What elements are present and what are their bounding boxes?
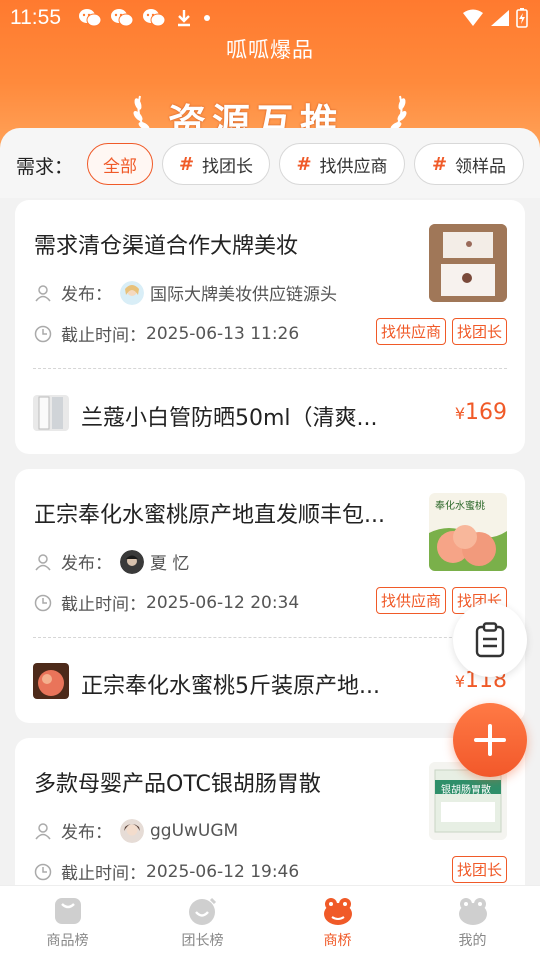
nav-label: 我的: [458, 933, 487, 949]
product-name[interactable]: 正宗奉化水蜜桃5斤装原产地...: [81, 668, 401, 700]
nav-label: 商品榜: [46, 933, 89, 949]
avatar[interactable]: [120, 280, 144, 305]
clipboard-icon: [475, 622, 505, 658]
thumb-caption: 奉化水蜜桃: [435, 501, 485, 512]
avatar[interactable]: [120, 549, 144, 574]
deadline-value: 2025-06-13 11:26: [146, 323, 300, 344]
wechat-icon: [143, 9, 166, 27]
deadline-value: 2025-06-12 20:34: [146, 592, 300, 613]
deadline-label: 截止时间：: [61, 595, 146, 615]
user-icon: [35, 822, 51, 839]
tag-list: 找供应商 找团长: [375, 318, 507, 345]
wechat-icon: [79, 9, 102, 27]
clock-icon: [34, 325, 52, 342]
nav-label: 团长榜: [181, 933, 224, 949]
hash-icon: #: [178, 153, 195, 175]
deadline-label: 截止时间：: [61, 864, 146, 884]
product-name[interactable]: 兰蔻小白管防晒50ml（清爽...: [81, 400, 401, 432]
product-thumbnail[interactable]: [33, 663, 69, 699]
card-title: 正宗奉化水蜜桃原产地直发顺丰包...: [34, 503, 385, 528]
publisher-row: 发布： 夏 忆: [34, 549, 189, 574]
publisher-row: 发布： 国际大牌美妆供应链源头: [34, 280, 337, 305]
cosmetic-box-image: [429, 224, 507, 302]
deadline-row: 截止时间： 2025-06-12 20:34: [34, 590, 299, 615]
card-thumbnail[interactable]: [429, 224, 507, 302]
currency: ¥: [454, 672, 465, 691]
card-title: 多款母婴产品OTC银胡肠胃散: [34, 772, 321, 797]
tag-find-supplier: 找供应商: [375, 318, 446, 345]
nav-item-leader-ranking[interactable]: 团长榜: [135, 886, 270, 960]
publisher-label: 发布：: [61, 285, 112, 305]
nav-item-business-bridge[interactable]: 商桥: [270, 886, 405, 960]
product-thumbnail[interactable]: [33, 395, 69, 431]
product-price: ¥169: [455, 400, 507, 425]
filter-chip-get-sample[interactable]: # 领样品: [414, 143, 524, 185]
dot-icon: [204, 15, 210, 21]
tag-find-leader: 找团长: [451, 856, 507, 883]
tag-find-supplier: 找供应商: [375, 587, 446, 614]
nav-label: 商桥: [323, 933, 352, 949]
filter-chip-find-supplier[interactable]: # 找供应商: [279, 143, 405, 185]
chip-label: 找供应商: [319, 156, 388, 177]
chip-label: 找团长: [202, 156, 254, 177]
publisher-name[interactable]: ggUwUGM: [150, 821, 238, 841]
chip-label: 全部: [103, 156, 137, 177]
filter-bar: 需求： 全部 # 找团长 # 找供应商 # 领样品: [0, 128, 540, 198]
filter-chip-find-leader[interactable]: # 找团长: [162, 143, 270, 185]
deadline-row: 截止时间： 2025-06-12 19:46: [34, 859, 299, 884]
battery-icon: [516, 8, 528, 28]
user-icon: [35, 553, 51, 570]
divider: [33, 637, 507, 638]
chip-label: 领样品: [455, 156, 507, 177]
peach-product-image: [33, 663, 69, 699]
bag-icon: [54, 898, 81, 924]
sunscreen-image: [33, 395, 69, 431]
status-time: 11:55: [10, 6, 61, 29]
publisher-row: 发布： ggUwUGM: [34, 818, 238, 843]
demand-card[interactable]: 正宗奉化水蜜桃原产地直发顺丰包... 奉化水蜜桃 发布： 夏 忆 截止时间： 2…: [15, 469, 525, 723]
clock-icon: [34, 594, 52, 611]
divider: [33, 368, 507, 369]
nav-item-profile[interactable]: 我的: [405, 886, 540, 960]
clipboard-button[interactable]: [453, 603, 527, 677]
thumb-caption: 银胡肠胃散: [441, 785, 491, 796]
hash-icon: #: [431, 153, 448, 175]
deadline-row: 截止时间： 2025-06-13 11:26: [34, 321, 299, 346]
filter-chip-all[interactable]: 全部: [87, 143, 153, 185]
deadline-label: 截止时间：: [61, 326, 146, 346]
publisher-name[interactable]: 国际大牌美妆供应链源头: [150, 280, 337, 305]
publisher-label: 发布：: [61, 554, 112, 574]
hash-icon: #: [296, 153, 312, 175]
price-value: 169: [465, 400, 507, 425]
clock-icon: [34, 863, 52, 880]
user-icon: [35, 284, 51, 301]
currency: ¥: [454, 404, 465, 423]
filter-label: 需求：: [16, 156, 74, 178]
add-demand-button[interactable]: [453, 703, 527, 777]
bottom-nav: 商品榜 团长榜 商桥 我的: [0, 885, 540, 960]
wifi-icon: [463, 9, 483, 26]
tag-list: 找团长: [451, 856, 507, 883]
card-title: 需求清仓渠道合作大牌美妆: [34, 234, 299, 259]
smile-icon: [188, 897, 216, 925]
publisher-name[interactable]: 夏 忆: [150, 549, 189, 574]
demand-card[interactable]: 需求清仓渠道合作大牌美妆 发布： 国际大牌美妆供应链源头 截止时间： 2025-…: [15, 200, 525, 454]
signal-icon: [491, 10, 509, 26]
deadline-value: 2025-06-12 19:46: [146, 861, 300, 882]
nav-item-product-ranking[interactable]: 商品榜: [0, 886, 135, 960]
card-thumbnail[interactable]: 奉化水蜜桃: [429, 493, 507, 571]
frog-icon: [323, 898, 352, 925]
avatar[interactable]: [120, 818, 144, 843]
app-title: 呱呱爆品: [226, 38, 314, 62]
wechat-icon: [111, 9, 134, 27]
plus-icon: [474, 724, 506, 756]
download-icon: [178, 10, 190, 27]
tag-find-leader: 找团长: [451, 318, 507, 345]
profile-icon: [458, 898, 487, 925]
publisher-label: 发布：: [61, 823, 112, 843]
status-bar: 11:55: [0, 0, 540, 36]
